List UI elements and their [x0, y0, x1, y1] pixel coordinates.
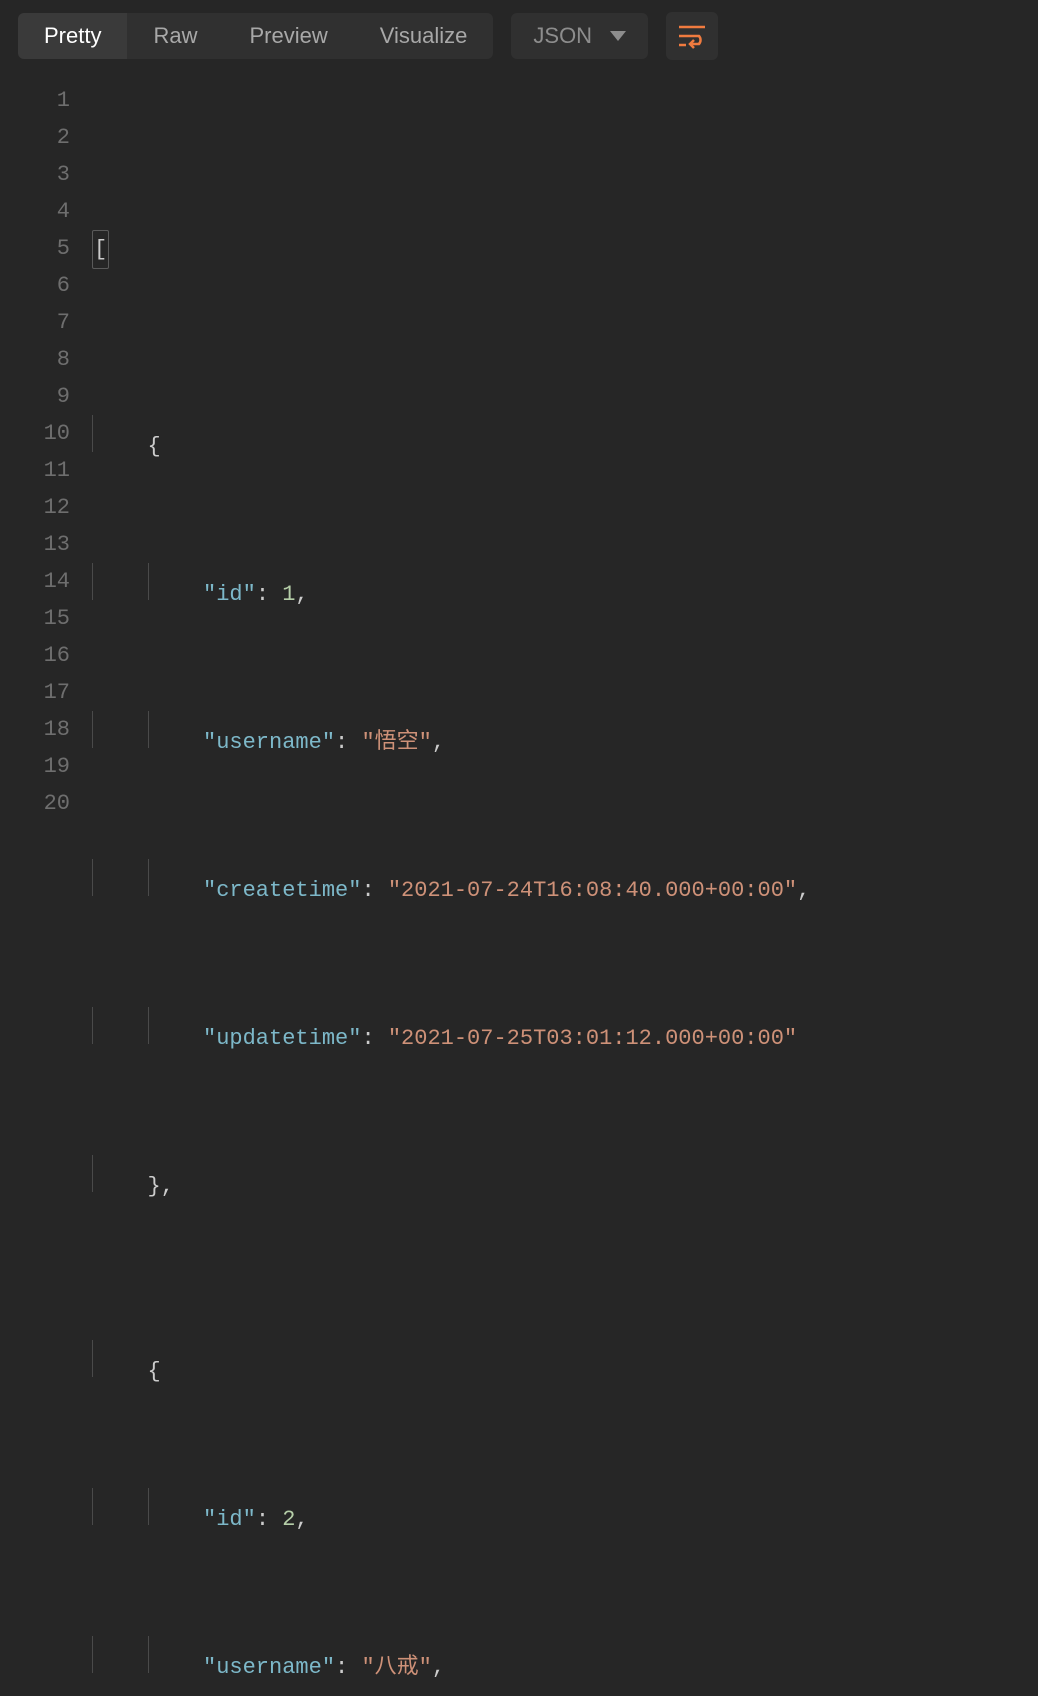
line-number: 4: [0, 193, 70, 230]
tab-visualize[interactable]: Visualize: [354, 13, 494, 59]
code-body[interactable]: [ { "id": 1, "username": "悟空", "createti…: [92, 82, 810, 1696]
line-number: 12: [0, 489, 70, 526]
json-comma: ,: [797, 872, 810, 909]
tab-raw[interactable]: Raw: [127, 13, 223, 59]
line-number: 17: [0, 674, 70, 711]
json-key: "id": [203, 576, 256, 613]
line-number: 16: [0, 637, 70, 674]
json-comma: ,: [432, 1649, 445, 1686]
json-comma: ,: [295, 1501, 308, 1538]
line-number: 2: [0, 119, 70, 156]
json-open-bracket: [: [92, 230, 109, 269]
line-number: 18: [0, 711, 70, 748]
format-select-label: JSON: [533, 23, 592, 49]
json-colon: :: [335, 724, 361, 761]
line-number: 1: [0, 82, 70, 119]
line-number: 8: [0, 341, 70, 378]
json-string-value: "八戒": [361, 1649, 431, 1686]
tab-pretty[interactable]: Pretty: [18, 13, 127, 59]
line-number: 13: [0, 526, 70, 563]
line-number: 7: [0, 304, 70, 341]
json-open-brace: {: [148, 1353, 161, 1390]
json-colon: :: [256, 1501, 282, 1538]
json-key: "id": [203, 1501, 256, 1538]
json-string-value: "2021-07-25T03:01:12.000+00:00": [388, 1020, 797, 1057]
json-comma: ,: [295, 576, 308, 613]
line-number: 11: [0, 452, 70, 489]
json-string-value: "2021-07-24T16:08:40.000+00:00": [388, 872, 797, 909]
code-line: {: [92, 415, 810, 452]
json-number-value: 2: [282, 1501, 295, 1538]
chevron-down-icon: [610, 31, 626, 41]
json-key: "updatetime": [203, 1020, 361, 1057]
json-key: "username": [203, 1649, 335, 1686]
response-toolbar: Pretty Raw Preview Visualize JSON: [0, 0, 1038, 78]
json-colon: :: [335, 1649, 361, 1686]
code-line: {: [92, 1340, 810, 1377]
code-line: "id": 2,: [92, 1488, 810, 1525]
line-number: 14: [0, 563, 70, 600]
json-string-value: "悟空": [361, 724, 431, 761]
line-number: 20: [0, 785, 70, 822]
json-comma: ,: [432, 724, 445, 761]
line-number: 9: [0, 378, 70, 415]
line-wrap-button[interactable]: [666, 12, 718, 60]
code-line: "createtime": "2021-07-24T16:08:40.000+0…: [92, 859, 810, 896]
line-wrap-icon: [677, 23, 707, 49]
json-colon: :: [361, 872, 387, 909]
line-number: 3: [0, 156, 70, 193]
view-tab-group: Pretty Raw Preview Visualize: [18, 13, 493, 59]
response-body-editor[interactable]: 1 2 3 4 5 6 7 8 9 10 11 12 13 14 15 16 1…: [0, 78, 1038, 1696]
json-key: "createtime": [203, 872, 361, 909]
code-line: },: [92, 1155, 810, 1192]
line-number: 19: [0, 748, 70, 785]
code-line: "updatetime": "2021-07-25T03:01:12.000+0…: [92, 1007, 810, 1044]
json-colon: :: [361, 1020, 387, 1057]
json-number-value: 1: [282, 576, 295, 613]
json-colon: :: [256, 576, 282, 613]
line-number: 6: [0, 267, 70, 304]
code-line: "id": 1,: [92, 563, 810, 600]
code-line: "username": "悟空",: [92, 711, 810, 748]
code-line: [: [92, 230, 810, 267]
json-close-brace: },: [148, 1168, 174, 1205]
json-key: "username": [203, 724, 335, 761]
tab-preview[interactable]: Preview: [223, 13, 353, 59]
line-number: 15: [0, 600, 70, 637]
format-select[interactable]: JSON: [511, 13, 648, 59]
code-line: "username": "八戒",: [92, 1636, 810, 1673]
json-open-brace: {: [148, 428, 161, 465]
line-number: 10: [0, 415, 70, 452]
line-number: 5: [0, 230, 70, 267]
line-number-gutter: 1 2 3 4 5 6 7 8 9 10 11 12 13 14 15 16 1…: [0, 82, 92, 1696]
